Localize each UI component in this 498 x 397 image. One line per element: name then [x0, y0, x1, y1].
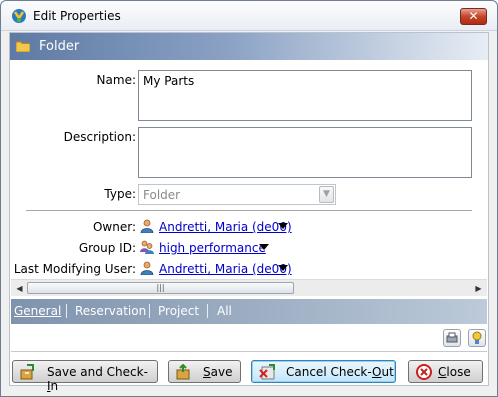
owner-dropdown-arrow[interactable]: [278, 223, 288, 229]
tool-button-print[interactable]: [443, 329, 461, 347]
title-bar: Edit Properties ✕: [1, 1, 497, 31]
type-combo[interactable]: Folder ▼: [138, 184, 336, 205]
tab-bar: General Reservation Project All: [11, 299, 487, 324]
user-icon: [140, 219, 154, 233]
app-icon: [12, 9, 26, 23]
modifier-link[interactable]: Andretti, Maria (de00): [159, 262, 292, 276]
owner-label: Owner:: [92, 220, 136, 234]
tab-separator: [149, 304, 150, 318]
name-field[interactable]: My Parts: [138, 70, 472, 121]
description-field[interactable]: [138, 127, 472, 178]
close-icon: [416, 364, 432, 380]
tab-general[interactable]: General: [14, 304, 61, 318]
horizontal-scrollbar[interactable]: ◀ ||| ▶: [11, 279, 487, 296]
cancel-checkout-button[interactable]: Cancel Check-Out: [251, 360, 396, 383]
group-icon: [140, 240, 154, 254]
type-label: Type:: [104, 187, 136, 201]
cancel-checkout-label: Cancel Check-Out: [286, 365, 394, 379]
tab-separator: [207, 304, 208, 318]
button-separator: [11, 351, 487, 352]
tab-separator: [66, 304, 67, 318]
close-label: Close: [438, 365, 471, 379]
save-label: Save: [203, 365, 233, 379]
scroll-right-icon[interactable]: ▶: [472, 282, 485, 295]
group-dropdown-arrow[interactable]: [259, 244, 269, 250]
scrollbar-thumb[interactable]: |||: [27, 282, 294, 294]
printer-icon: [446, 332, 458, 343]
edit-properties-window: Edit Properties ✕ Folder Name: My Parts …: [0, 0, 498, 397]
group-label: Group ID:: [78, 241, 136, 255]
tab-project[interactable]: Project: [158, 304, 199, 318]
group-link[interactable]: high performance: [159, 241, 266, 255]
modifier-dropdown-arrow[interactable]: [278, 265, 288, 271]
save-and-checkin-button[interactable]: Save and Check-In: [12, 360, 158, 393]
window-close-button[interactable]: ✕: [460, 8, 487, 25]
tab-all[interactable]: All: [217, 304, 232, 318]
close-button[interactable]: Close: [408, 360, 483, 383]
save-button[interactable]: Save: [168, 360, 241, 383]
owner-link[interactable]: Andretti, Maria (de00): [159, 220, 292, 234]
header-title: Folder: [39, 39, 80, 54]
description-label: Description:: [63, 130, 136, 144]
folder-header: Folder: [10, 33, 488, 60]
tool-button-info[interactable]: [468, 329, 486, 347]
bulb-icon: [472, 331, 482, 344]
user-icon: [140, 261, 154, 275]
modifier-label: Last Modifying User:: [13, 262, 136, 276]
type-value: Folder: [143, 188, 181, 202]
save-checkin-label: Save and Check-In: [47, 365, 148, 393]
tab-reservation[interactable]: Reservation: [75, 304, 146, 318]
properties-panel: Folder Name: My Parts Description: Type:…: [9, 32, 489, 393]
folder-icon: [16, 41, 30, 52]
save-icon: [176, 364, 190, 380]
scroll-left-icon[interactable]: ◀: [13, 282, 26, 295]
chevron-down-icon[interactable]: ▼: [319, 186, 334, 203]
cancel-checkout-icon: [259, 364, 275, 380]
save-checkin-icon: [20, 364, 34, 380]
divider: [26, 210, 472, 211]
window-title: Edit Properties: [33, 9, 121, 23]
name-label: Name:: [96, 73, 136, 87]
